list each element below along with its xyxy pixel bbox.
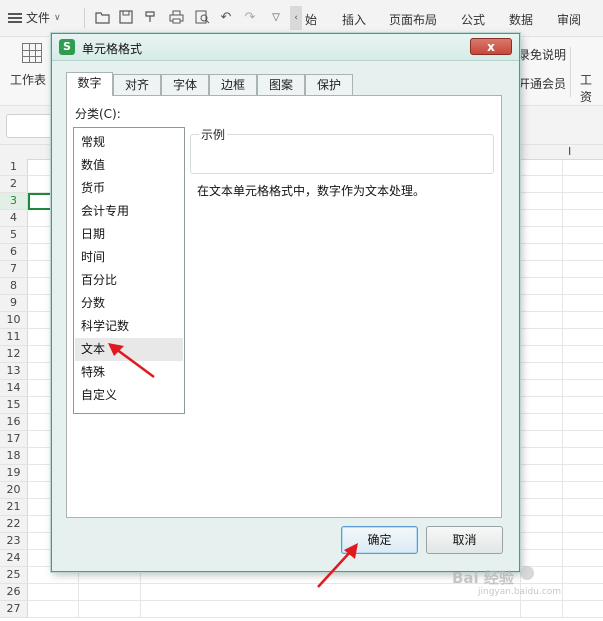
arrow-to-ok-button [317,543,358,588]
watermark-brand: Bai 经验 [452,569,514,587]
arrow-to-text-category [108,343,155,379]
tab-number[interactable]: 数字 [66,72,113,96]
baidu-paw-logo [520,566,534,580]
watermark-url: jingyan.baidu.com [478,587,562,597]
